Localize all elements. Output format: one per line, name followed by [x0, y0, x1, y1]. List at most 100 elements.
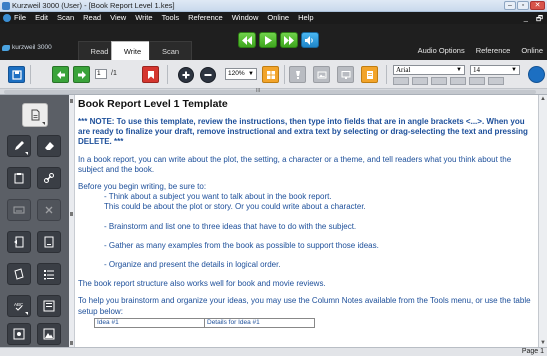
word-list-button[interactable] — [37, 295, 61, 317]
import-button[interactable] — [7, 231, 31, 253]
menu-reference[interactable]: Reference — [188, 13, 223, 22]
minus-icon — [204, 74, 212, 76]
underline-button[interactable] — [488, 77, 504, 85]
landscape-icon — [43, 328, 55, 340]
previous-page-button[interactable] — [52, 66, 69, 83]
menu-read[interactable]: Read — [83, 13, 101, 22]
tab-write[interactable]: Write — [111, 41, 154, 60]
clipboard-button[interactable] — [7, 167, 31, 189]
zoom-select[interactable]: 120% ▼ — [225, 68, 257, 80]
note-icon — [366, 70, 373, 79]
outline-button[interactable] — [37, 263, 61, 285]
keyboard-button[interactable] — [7, 199, 31, 221]
play-button[interactable] — [259, 32, 277, 48]
margin-marker[interactable] — [70, 99, 73, 103]
menu-online[interactable]: Online — [267, 13, 289, 22]
pen-button[interactable] — [7, 135, 31, 157]
document-icon[interactable] — [3, 14, 11, 22]
margin-marker[interactable] — [70, 341, 73, 345]
menu-view[interactable]: View — [110, 13, 126, 22]
table-cell[interactable]: Idea #1 — [94, 317, 205, 328]
format-buttons — [393, 77, 504, 85]
picture-icon — [13, 328, 25, 340]
zoom-in-button[interactable] — [178, 67, 194, 83]
scroll-thumb[interactable] — [4, 90, 536, 94]
tab-scan[interactable]: Scan — [149, 41, 192, 60]
menu-help[interactable]: Help — [298, 13, 313, 22]
status-bar: Page 1 — [0, 347, 547, 356]
new-document-button[interactable] — [22, 103, 48, 127]
playback-controls — [238, 32, 319, 48]
scroll-down-icon[interactable]: ▼ — [540, 340, 546, 346]
menu-edit[interactable]: Edit — [35, 13, 48, 22]
bookmark-button[interactable] — [142, 66, 159, 83]
note-button[interactable] — [361, 66, 378, 83]
intro-paragraph: In a book report, you can write about th… — [78, 154, 512, 174]
notes-button[interactable] — [7, 263, 31, 285]
table-row: Idea #1 Details for Idea #1 — [94, 317, 315, 328]
align-center-button[interactable] — [412, 77, 428, 85]
spell-check-icon: ABC — [14, 302, 24, 311]
step-gather: - Gather as many examples from the book … — [104, 240, 379, 250]
align-left-button[interactable] — [393, 77, 409, 85]
zoom-out-button[interactable] — [200, 67, 216, 83]
zoom-value: 120% — [228, 70, 245, 77]
save-button[interactable] — [8, 66, 25, 83]
menu-bar: File Edit Scan Read View Write Tools Ref… — [0, 12, 547, 24]
document-button[interactable] — [37, 231, 61, 253]
import-icon — [14, 236, 24, 248]
title-bar: Kurzweil 3000 (User) - [Book Report Leve… — [0, 0, 547, 12]
pen-icon — [15, 141, 24, 150]
font-size-select[interactable]: 14 ▼ — [470, 65, 520, 75]
delete-button[interactable] — [37, 199, 61, 221]
monitor-icon — [341, 70, 350, 79]
globe-icon[interactable] — [528, 66, 545, 83]
image-button[interactable] — [313, 66, 330, 83]
menu-file[interactable]: File — [14, 13, 26, 22]
landscape-button[interactable] — [37, 323, 61, 345]
maximize-button[interactable]: ▫ — [517, 1, 529, 10]
minimize-button[interactable]: – — [504, 1, 516, 10]
scroll-up-icon[interactable]: ▲ — [540, 96, 546, 102]
chevron-down-icon — [25, 312, 28, 315]
link-button[interactable] — [37, 167, 61, 189]
font-name-select[interactable]: Arial ▼ — [393, 65, 465, 75]
table-cell[interactable]: Details for Idea #1 — [204, 317, 315, 328]
vertical-scrollbar[interactable]: ▲ ▼ — [538, 95, 547, 347]
document-icon — [44, 236, 54, 248]
arrow-right-icon — [77, 70, 86, 79]
notepad-icon — [14, 268, 24, 280]
menu-tools[interactable]: Tools — [162, 13, 180, 22]
menu-scan[interactable]: Scan — [57, 13, 74, 22]
clipboard-icon — [14, 173, 24, 184]
next-page-button[interactable] — [73, 66, 90, 83]
close-button[interactable]: ✕ — [530, 1, 545, 10]
eraser-button[interactable] — [37, 135, 61, 157]
margin-marker[interactable] — [70, 212, 73, 216]
step-brainstorm: - Brainstorm and list one to three ideas… — [104, 221, 357, 231]
italic-button[interactable] — [469, 77, 485, 85]
picture-button[interactable] — [7, 323, 31, 345]
tab-bar: kurzweil 3000 Read Write Scan Audio Opti… — [0, 24, 547, 60]
forward-button[interactable] — [280, 32, 298, 48]
menu-window[interactable]: Window — [232, 13, 259, 22]
before-paragraph: Before you begin writing, be sure to: — [78, 182, 207, 192]
page-count: /1 — [111, 70, 117, 77]
bold-button[interactable] — [450, 77, 466, 85]
list-button[interactable] — [431, 77, 447, 85]
audio-options-link[interactable]: Audio Options — [418, 46, 465, 55]
svg-text:ABC: ABC — [14, 302, 24, 307]
step-think: - Think about a subject you want to talk… — [104, 192, 332, 202]
screen-button[interactable] — [337, 66, 354, 83]
rewind-button[interactable] — [238, 32, 256, 48]
layout-button[interactable] — [262, 66, 279, 83]
online-link[interactable]: Online — [521, 46, 543, 55]
reference-link[interactable]: Reference — [476, 46, 511, 55]
highlighter-button[interactable] — [289, 66, 306, 83]
document-area[interactable]: Book Report Level 1 Template *** NOTE: T… — [76, 95, 538, 347]
page-number-input[interactable]: 1 — [95, 69, 107, 79]
menu-write[interactable]: Write — [135, 13, 152, 22]
spell-check-button[interactable]: ABC — [7, 295, 31, 317]
chevron-down-icon: ▼ — [456, 67, 462, 73]
volume-button[interactable] — [301, 32, 319, 48]
